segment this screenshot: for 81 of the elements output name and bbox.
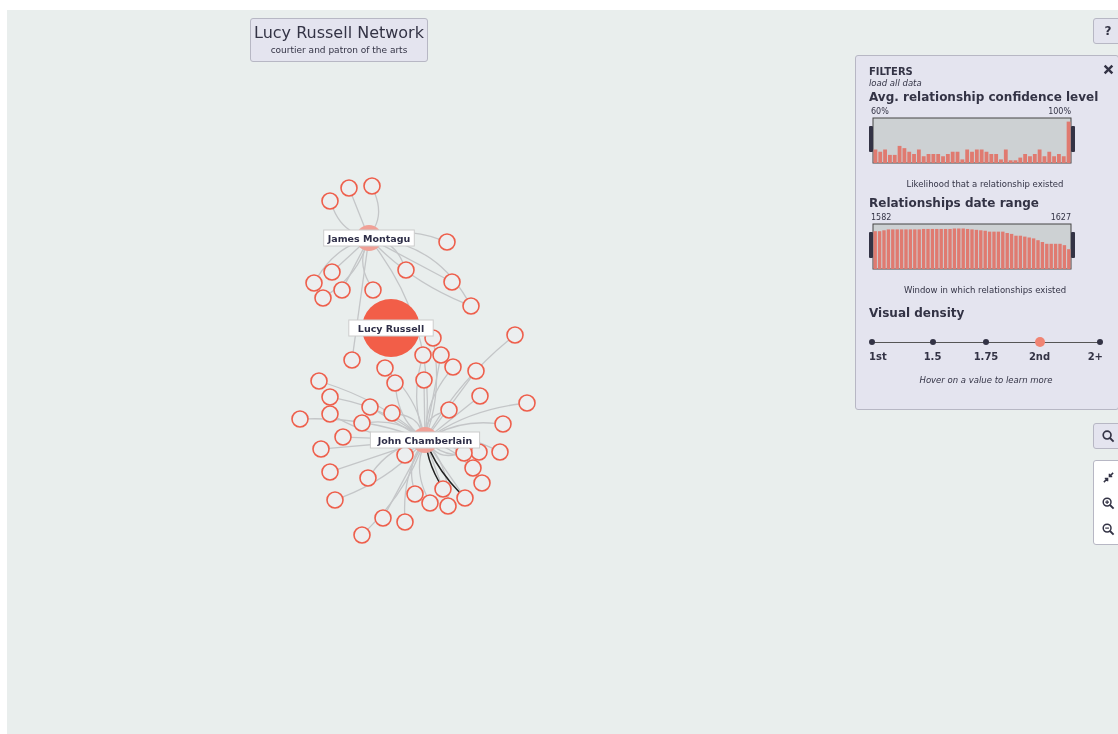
network-node[interactable] <box>310 372 328 390</box>
help-button[interactable]: ? <box>1093 18 1118 44</box>
network-node[interactable] <box>376 359 394 377</box>
network-node[interactable] <box>438 233 456 251</box>
range-label: 1582 <box>871 213 892 222</box>
range-label: 100% <box>1048 107 1071 116</box>
search-button[interactable] <box>1093 423 1118 449</box>
density-option[interactable]: 2+ <box>1083 333 1103 362</box>
range-slider[interactable] <box>869 117 1075 164</box>
range-label: 60% <box>871 107 889 116</box>
section-heading: Visual density <box>869 305 965 321</box>
range-slider[interactable] <box>869 223 1075 270</box>
section-heading: Avg. relationship confidence level <box>869 89 1099 105</box>
network-node[interactable] <box>414 346 432 364</box>
network-node[interactable] <box>491 443 509 461</box>
network-node[interactable] <box>323 263 341 281</box>
network-node[interactable] <box>321 463 339 481</box>
network-node[interactable] <box>364 281 382 299</box>
network-node[interactable] <box>443 273 461 291</box>
network-node[interactable] <box>326 491 344 509</box>
network-node[interactable] <box>432 346 450 364</box>
network-node[interactable] <box>359 469 377 487</box>
network-node[interactable] <box>321 192 339 210</box>
network-node[interactable] <box>353 526 371 544</box>
network-node[interactable] <box>439 497 457 515</box>
network-node[interactable] <box>321 405 339 423</box>
network-node[interactable] <box>421 494 439 512</box>
chart-caption: Likelihood that a relationship existed <box>905 179 1065 190</box>
network-title: Lucy Russell Network <box>254 23 424 43</box>
network-node[interactable] <box>518 394 536 412</box>
network-node[interactable] <box>312 440 330 458</box>
network-node[interactable] <box>353 414 371 432</box>
network-node[interactable] <box>471 387 489 405</box>
network-node[interactable] <box>340 179 358 197</box>
zoom-in-icon <box>1101 496 1115 510</box>
network-node[interactable] <box>343 351 361 369</box>
network-node[interactable] <box>333 281 351 299</box>
edge-line <box>373 192 380 229</box>
network-node[interactable] <box>363 177 381 195</box>
range-handle[interactable] <box>869 126 873 152</box>
network-node[interactable] <box>374 509 392 527</box>
network-node[interactable] <box>321 388 339 406</box>
network-node[interactable] <box>406 485 424 503</box>
network-node[interactable] <box>467 362 485 380</box>
network-node[interactable] <box>415 371 433 389</box>
network-node[interactable] <box>434 480 452 498</box>
chart-caption: Window in which relationships existed <box>902 285 1068 296</box>
network-node[interactable] <box>334 428 352 446</box>
section-heading: Relationships date range <box>869 195 1039 211</box>
range-handle[interactable] <box>869 232 873 258</box>
close-icon[interactable] <box>1103 64 1114 75</box>
density-option[interactable]: 1.5 <box>922 333 943 362</box>
network-node[interactable] <box>444 358 462 376</box>
load-data-link[interactable]: load all data <box>869 78 922 89</box>
range-handle[interactable] <box>1071 232 1075 258</box>
network-node[interactable] <box>494 415 512 433</box>
panel-title: FILTERS <box>869 65 913 78</box>
network-subtitle: courtier and patron of the arts <box>269 44 409 57</box>
search-icon <box>1101 429 1115 443</box>
collapse-icon <box>1101 470 1115 484</box>
network-node[interactable] <box>314 289 332 307</box>
zoom-out-icon <box>1101 522 1115 536</box>
density-hint: Hover on a value to learn more <box>918 375 1054 386</box>
network-node[interactable] <box>456 489 474 507</box>
network-node[interactable] <box>386 374 404 392</box>
network-node[interactable] <box>396 513 414 531</box>
network-node[interactable] <box>305 274 323 292</box>
network-node[interactable] <box>291 410 309 428</box>
network-node[interactable] <box>397 261 415 279</box>
network-node[interactable] <box>440 401 458 419</box>
network-node[interactable] <box>462 297 480 315</box>
network-node[interactable] <box>464 459 482 477</box>
density-option[interactable]: 1.75 <box>976 333 996 362</box>
range-handle[interactable] <box>1071 126 1075 152</box>
range-label: 1627 <box>1050 213 1071 222</box>
network-node[interactable] <box>506 326 524 344</box>
density-option[interactable]: 1st <box>869 333 889 362</box>
network-node[interactable] <box>383 404 401 422</box>
density-option[interactable]: 2nd <box>1029 333 1050 362</box>
network-node[interactable] <box>361 398 379 416</box>
network-node[interactable] <box>473 474 491 492</box>
